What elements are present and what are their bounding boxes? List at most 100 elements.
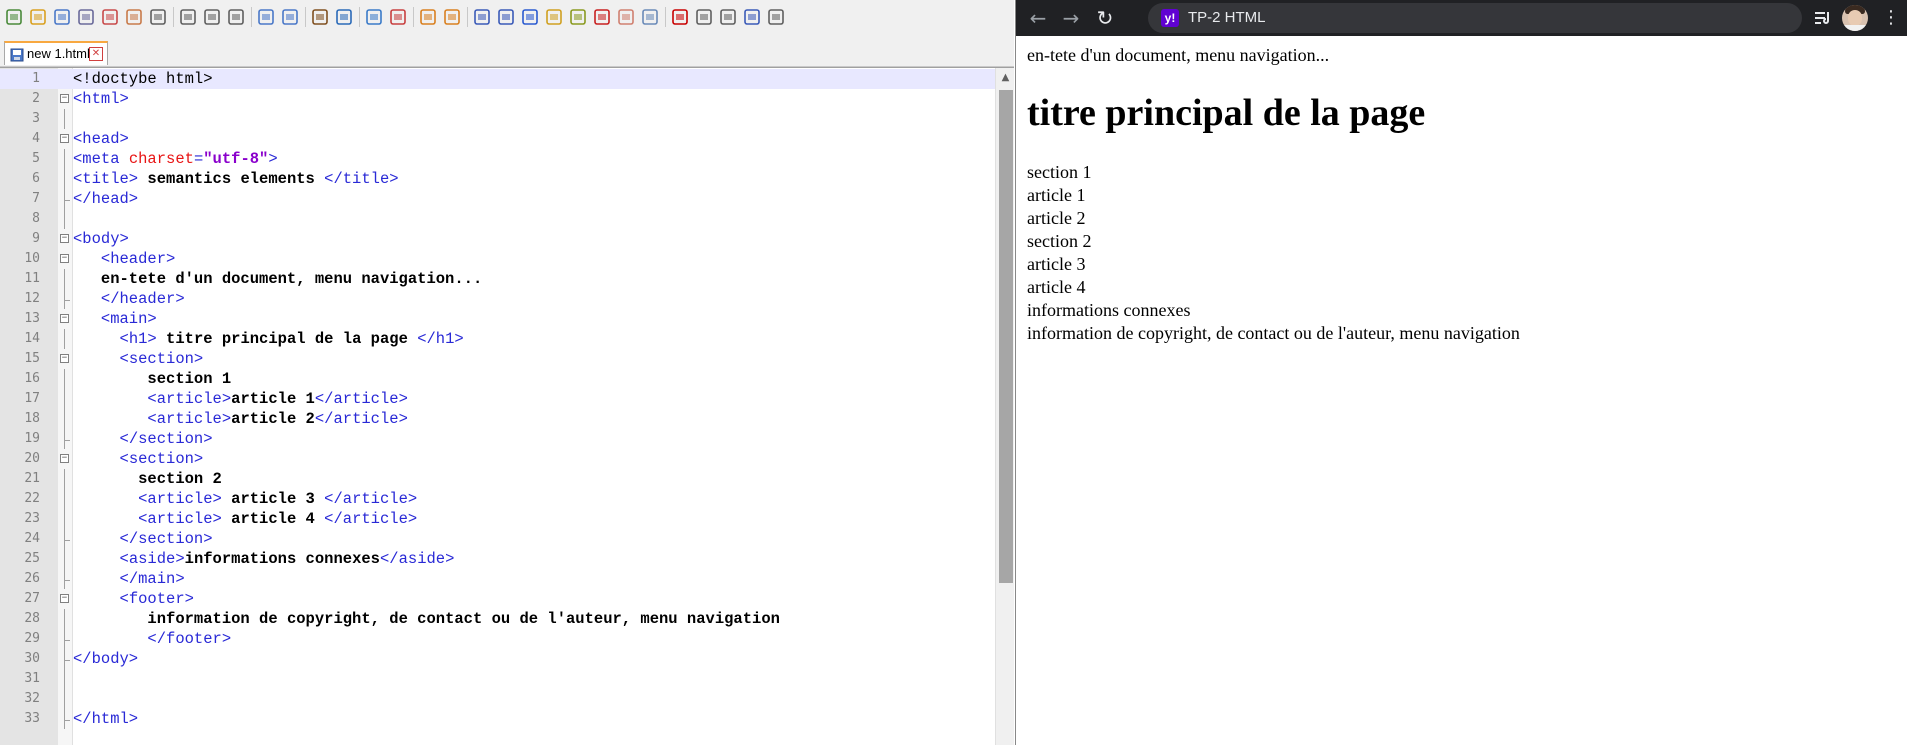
code-line[interactable]: 9 − <body> [0,229,995,249]
back-arrow-icon[interactable]: ← [1026,6,1050,30]
main-heading: titre principal de la page [1027,92,1426,134]
line-number: 19 [24,431,40,446]
doc-map-icon[interactable] [568,7,588,27]
code-line[interactable]: 6 <title> semantics elements </title> [0,169,995,189]
scroll-up-icon[interactable]: ▲ [996,68,1014,88]
code-line[interactable]: 3 [0,109,995,129]
code-line[interactable]: 27 − <footer> [0,589,995,609]
code-line[interactable]: 21 section 2 [0,469,995,489]
article-4-text: article 4 [1027,277,1086,297]
record-macro-icon[interactable] [670,7,690,27]
browser-menu-icon[interactable]: ⋮ [1882,6,1900,30]
code-line[interactable]: 33 </html> [0,709,995,729]
fold-collapse-icon[interactable]: − [60,134,69,143]
run-macro-multiple-icon[interactable] [742,7,762,27]
fold-collapse-icon[interactable]: − [60,314,69,323]
code-line[interactable]: 28 information de copyright, de contact … [0,609,995,629]
code-line[interactable]: 26 </main> [0,569,995,589]
code-line[interactable]: 19 </section> [0,429,995,449]
code-line[interactable]: 12 </header> [0,289,995,309]
stop-record-icon[interactable] [694,7,714,27]
zoom-in-icon[interactable] [364,7,384,27]
cut-icon[interactable] [178,7,198,27]
find-icon[interactable] [310,7,330,27]
save-macro-icon[interactable] [766,7,786,27]
fold-collapse-icon[interactable]: − [60,454,69,463]
code-line[interactable]: 16 section 1 [0,369,995,389]
code-area[interactable]: 1 <!doctybe html> 2− <html> 3 4− <head> 5 <meta … [0,67,1014,745]
play-macro-icon[interactable] [718,7,738,27]
udl-icon[interactable] [544,7,564,27]
code-line[interactable]: 20 − <section> [0,449,995,469]
code-line[interactable]: 18 <article>article 2</article> [0,409,995,429]
code-line[interactable]: 8 [0,209,995,229]
function-list-icon[interactable] [592,7,612,27]
code-line[interactable]: 5 <meta charset="utf-8"> [0,149,995,169]
code-line[interactable]: 13 − <main> [0,309,995,329]
reload-icon[interactable]: ↻ [1093,6,1117,30]
new-file-icon[interactable] [4,7,24,27]
fold-collapse-icon[interactable]: − [60,94,69,103]
code-token: <article> [138,490,222,508]
profile-avatar[interactable] [1842,5,1868,31]
paste-icon[interactable] [226,7,246,27]
address-bar[interactable]: y! TP-2 HTML [1148,3,1802,33]
sync-horizontal-icon[interactable] [442,7,462,27]
open-file-icon[interactable] [28,7,48,27]
word-wrap-icon[interactable] [472,7,492,27]
fold-collapse-icon[interactable]: − [60,254,69,263]
code-line[interactable]: 14 <h1> titre principal de la page </h1> [0,329,995,349]
fold-collapse-icon[interactable]: − [60,354,69,363]
code-token: </title> [324,170,399,188]
show-all-chars-icon[interactable] [496,7,516,27]
save-all-icon[interactable] [76,7,96,27]
code-line[interactable]: 24 </section> [0,529,995,549]
code-token: </html> [73,710,139,728]
code-line[interactable]: 29 </footer> [0,629,995,649]
forward-arrow-icon[interactable]: → [1059,6,1083,30]
code-text: </footer> [73,629,231,649]
code-line[interactable]: 31 [0,669,995,689]
save-icon[interactable] [52,7,72,27]
indent-guide-icon[interactable] [520,7,540,27]
print-icon[interactable] [148,7,168,27]
folder-workspace-icon[interactable] [616,7,636,27]
monitoring-icon[interactable] [640,7,660,27]
undo-icon[interactable] [256,7,276,27]
fold-line [64,109,65,129]
code-line[interactable]: 25 <aside>informations connexes</aside> [0,549,995,569]
redo-icon[interactable] [280,7,300,27]
code-token: </article> [314,410,408,428]
code-line[interactable]: 17 <article>article 1</article> [0,389,995,409]
code-line[interactable]: 7 </head> [0,189,995,209]
code-line[interactable]: 11 en-tete d'un document, menu navigatio… [0,269,995,289]
code-line[interactable]: 1 <!doctybe html> [0,69,995,89]
code-line[interactable]: 10 − <header> [0,249,995,269]
code-text: <head> [73,129,129,149]
line-number: 1 [32,71,40,86]
replace-icon[interactable] [334,7,354,27]
copy-icon[interactable] [202,7,222,27]
close-all-icon[interactable] [124,7,144,27]
code-line[interactable]: 4 − <head> [0,129,995,149]
code-line[interactable]: 15 − <section> [0,349,995,369]
scrollbar-thumb[interactable] [999,90,1013,583]
file-tab[interactable]: new 1.html ✕ [4,41,108,65]
code-line[interactable]: 2 − <html> [0,89,995,109]
editor-tab-strip: new 1.html ✕ [0,36,1014,67]
close-tab-icon[interactable]: ✕ [89,47,103,61]
media-queue-icon[interactable] [1813,8,1833,28]
code-line[interactable]: 32 [0,689,995,709]
code-lines[interactable]: 1 <!doctybe html> 2− <html> 3 4− <head> 5 <meta … [0,69,995,729]
code-line[interactable]: 22 <article> article 3 </article> [0,489,995,509]
fold-collapse-icon[interactable]: − [60,234,69,243]
code-line[interactable]: 30 </body> [0,649,995,669]
code-text: section 2 [73,469,222,489]
vertical-scrollbar[interactable]: ▲ [995,68,1014,745]
zoom-out-icon[interactable] [388,7,408,27]
code-line[interactable]: 23 <article> article 4 </article> [0,509,995,529]
sync-vertical-icon[interactable] [418,7,438,27]
close-icon[interactable] [100,7,120,27]
fold-collapse-icon[interactable]: − [60,594,69,603]
line-number: 4 [32,131,40,146]
